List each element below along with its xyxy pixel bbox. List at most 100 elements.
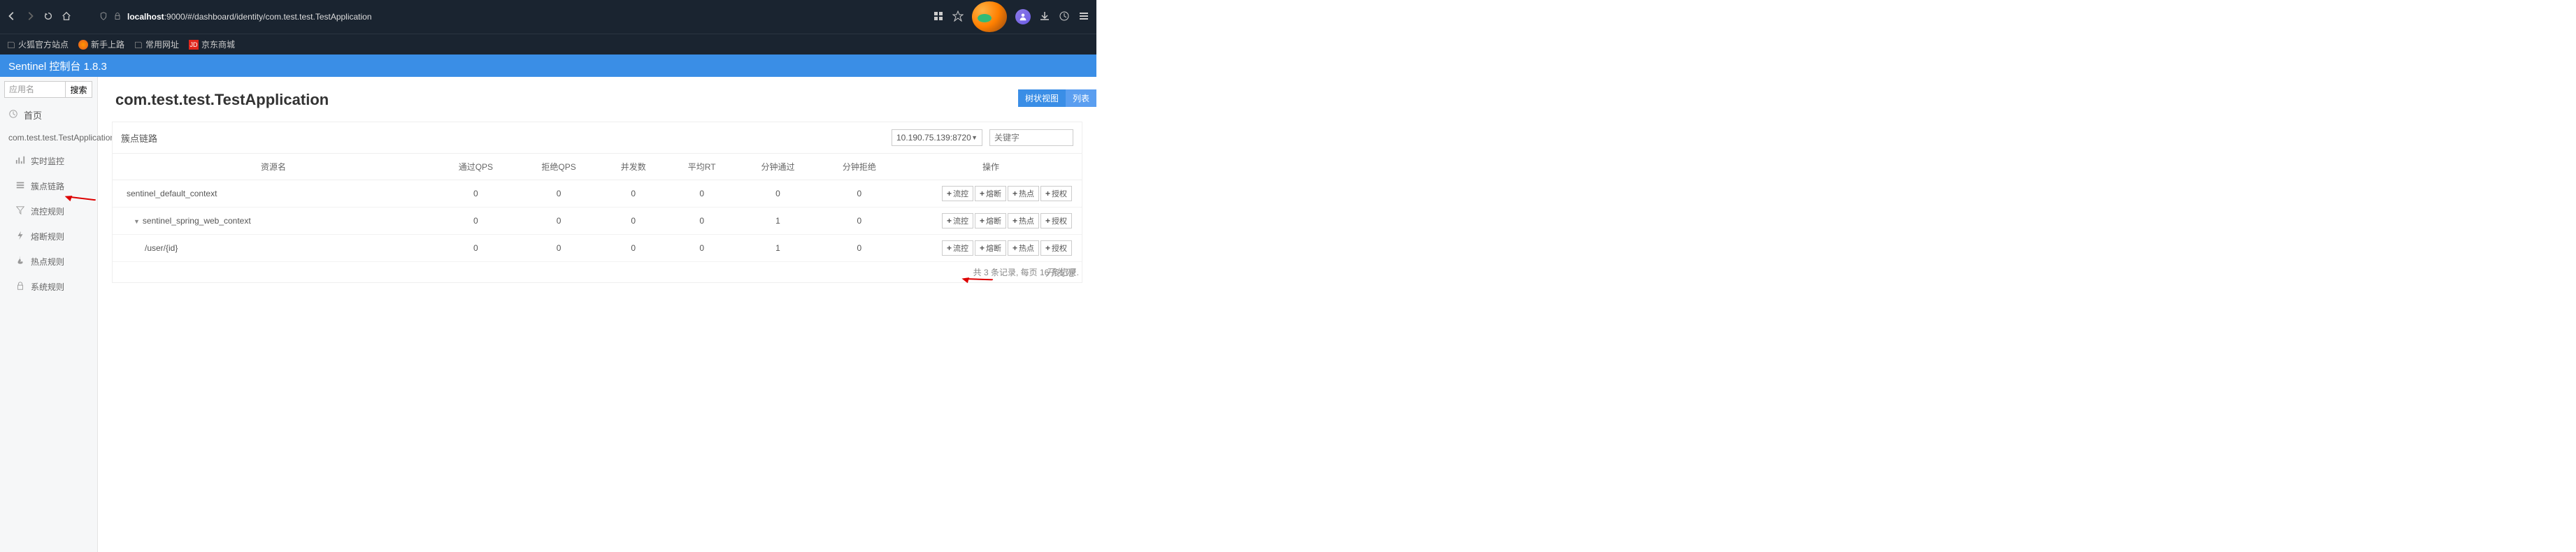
- cluster-panel: 簇点链路 10.190.75.139:8720 ▼ 资源名 通过QPS 拒绝QP…: [112, 122, 1082, 283]
- nav-realtime-label: 实时监控: [31, 155, 64, 167]
- view-tree-button[interactable]: 树状视图: [1018, 89, 1066, 107]
- bookmark-fox-official[interactable]: 火狐官方站点: [7, 38, 69, 50]
- nav-degrade[interactable]: 熔断规则: [0, 224, 97, 249]
- col-passqps: 通过QPS: [434, 154, 517, 180]
- nav-flow-label: 流控规则: [31, 205, 64, 217]
- account-icon[interactable]: [1015, 9, 1031, 24]
- browser-toolbar: localhost:9000/#/dashboard/identity/com.…: [0, 0, 1096, 34]
- bookmark-newbie[interactable]: 新手上路: [78, 38, 124, 50]
- add-hotspot-button[interactable]: +热点: [1008, 213, 1039, 228]
- reload-icon[interactable]: [43, 11, 53, 23]
- app-header: Sentinel 控制台 1.8.3: [0, 55, 1096, 77]
- resource-name: /user/{id}: [145, 243, 178, 253]
- cell-blockQps: 0: [517, 235, 601, 262]
- reader-icon[interactable]: [933, 10, 944, 24]
- add-flow-button[interactable]: +流控: [942, 240, 973, 256]
- add-hotspot-button[interactable]: +热点: [1008, 240, 1039, 256]
- cell-resource: /user/{id}: [113, 235, 434, 262]
- cell-blockMin: 0: [819, 180, 900, 208]
- shield-icon[interactable]: [99, 12, 108, 22]
- cell-ops: +流控+熔断+热点+授权: [900, 180, 1082, 208]
- home-nav-icon: [8, 109, 18, 121]
- cell-resource: ▼sentinel_spring_web_context: [113, 208, 434, 235]
- sidebar: 搜索 首页 com.test.test.TestApplication (1/1…: [0, 77, 98, 552]
- cell-passMin: 1: [737, 208, 818, 235]
- cell-passQps: 0: [434, 208, 517, 235]
- cell-blockMin: 0: [819, 235, 900, 262]
- add-auth-button[interactable]: +授权: [1040, 186, 1072, 201]
- panel-title: 簇点链路: [121, 131, 157, 145]
- table-row: /user/{id}000010+流控+熔断+热点+授权: [113, 235, 1082, 262]
- save-page-icon[interactable]: [1039, 10, 1050, 24]
- cell-rt: 0: [666, 208, 737, 235]
- forward-icon[interactable]: [25, 11, 35, 23]
- cell-thread: 0: [600, 180, 666, 208]
- tree-toggle-icon[interactable]: ▼: [134, 218, 140, 225]
- address-bar[interactable]: localhost:9000/#/dashboard/identity/com.…: [127, 12, 372, 22]
- cell-rt: 0: [666, 180, 737, 208]
- cell-blockMin: 0: [819, 208, 900, 235]
- bookmark-star-icon[interactable]: [952, 10, 964, 24]
- cell-passMin: 0: [737, 180, 818, 208]
- nav-realtime[interactable]: 实时监控: [0, 148, 97, 173]
- dropdown-arrow-icon: ▼: [971, 134, 978, 141]
- col-ops: 操作: [900, 154, 1082, 180]
- cell-blockQps: 0: [517, 180, 601, 208]
- cell-blockQps: 0: [517, 208, 601, 235]
- watermark: 开发吧: [1045, 266, 1075, 279]
- history-icon[interactable]: [1059, 10, 1070, 24]
- cell-ops: +流控+熔断+热点+授权: [900, 235, 1082, 262]
- view-list-button[interactable]: 列表: [1066, 89, 1096, 107]
- col-thread: 并发数: [600, 154, 666, 180]
- main-content: com.test.test.TestApplication 树状视图 列表 簇点…: [98, 77, 1096, 552]
- keyword-input[interactable]: [989, 129, 1073, 146]
- filter-icon: [15, 205, 25, 217]
- resource-name: sentinel_spring_web_context: [143, 216, 251, 226]
- add-degrade-button[interactable]: +熔断: [975, 240, 1006, 256]
- app-search-input[interactable]: [4, 81, 66, 98]
- nav-hotspot[interactable]: 热点规则: [0, 249, 97, 274]
- add-flow-button[interactable]: +流控: [942, 213, 973, 228]
- col-blockmin: 分钟拒绝: [819, 154, 900, 180]
- lock-icon[interactable]: [113, 12, 122, 22]
- home-icon[interactable]: [62, 11, 71, 23]
- url-host: localhost: [127, 12, 164, 22]
- bookmark-jd[interactable]: JD京东商城: [189, 38, 235, 50]
- cell-passMin: 1: [737, 235, 818, 262]
- bookmark-common[interactable]: 常用网址: [134, 38, 179, 50]
- nav-degrade-label: 熔断规则: [31, 231, 64, 242]
- nav-home[interactable]: 首页: [0, 102, 97, 127]
- resource-table: 资源名 通过QPS 拒绝QPS 并发数 平均RT 分钟通过 分钟拒绝 操作 se…: [113, 153, 1082, 262]
- add-hotspot-button[interactable]: +热点: [1008, 186, 1039, 201]
- cell-thread: 0: [600, 235, 666, 262]
- add-flow-button[interactable]: +流控: [942, 186, 973, 201]
- cell-resource: sentinel_default_context: [113, 180, 434, 208]
- app-search-button[interactable]: 搜索: [66, 81, 92, 98]
- app-title: Sentinel 控制台 1.8.3: [8, 59, 107, 73]
- col-resource: 资源名: [113, 154, 434, 180]
- nav-system[interactable]: 系统规则: [0, 274, 97, 299]
- add-auth-button[interactable]: +授权: [1040, 240, 1072, 256]
- ip-select[interactable]: 10.190.75.139:8720 ▼: [892, 129, 982, 146]
- menu-icon[interactable]: [1078, 10, 1089, 24]
- col-rt: 平均RT: [666, 154, 737, 180]
- table-row: sentinel_default_context000000+流控+熔断+热点+…: [113, 180, 1082, 208]
- col-blockqps: 拒绝QPS: [517, 154, 601, 180]
- bookmarks-bar: 火狐官方站点 新手上路 常用网址 JD京东商城: [0, 34, 1096, 55]
- nav-app[interactable]: com.test.test.TestApplication (1/1)﹀: [0, 127, 97, 148]
- cell-passQps: 0: [434, 180, 517, 208]
- bolt-icon: [15, 231, 25, 242]
- resource-name: sentinel_default_context: [127, 189, 217, 198]
- cell-rt: 0: [666, 235, 737, 262]
- back-icon[interactable]: [7, 11, 17, 23]
- page-title: com.test.test.TestApplication: [115, 91, 1082, 109]
- col-passmin: 分钟通过: [737, 154, 818, 180]
- view-toggle: 树状视图 列表: [1018, 89, 1096, 107]
- fire-icon: [15, 256, 25, 268]
- nav-hotspot-label: 热点规则: [31, 256, 64, 268]
- ip-selected-value: 10.190.75.139:8720: [896, 133, 971, 143]
- add-degrade-button[interactable]: +熔断: [975, 213, 1006, 228]
- chart-icon: [15, 155, 25, 167]
- add-auth-button[interactable]: +授权: [1040, 213, 1072, 228]
- add-degrade-button[interactable]: +熔断: [975, 186, 1006, 201]
